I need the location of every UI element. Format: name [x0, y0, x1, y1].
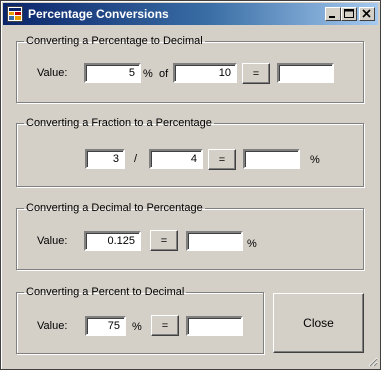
- maximize-button[interactable]: [341, 7, 357, 21]
- result-input[interactable]: [277, 63, 334, 83]
- app-window: Percentage Conversions Converting a Perc…: [0, 0, 381, 370]
- value-label: Value:: [37, 67, 68, 79]
- numerator-input[interactable]: [85, 149, 125, 169]
- percent-value-input[interactable]: [85, 316, 126, 336]
- equals-button[interactable]: =: [242, 63, 270, 84]
- decimal-value-input[interactable]: [84, 231, 141, 251]
- close-icon: [362, 9, 371, 18]
- minimize-button[interactable]: [325, 7, 341, 21]
- value-label: Value:: [37, 320, 68, 332]
- group-legend: Converting a Fraction to a Percentage: [26, 117, 212, 129]
- of-value-input[interactable]: [173, 63, 237, 83]
- percent-sign: %: [247, 238, 257, 250]
- app-icon: [7, 6, 23, 22]
- percent-value-input[interactable]: [84, 63, 141, 83]
- equals-button[interactable]: =: [150, 230, 178, 251]
- equals-button[interactable]: =: [151, 315, 179, 336]
- window-title: Percentage Conversions: [28, 7, 169, 21]
- group-legend: Converting a Percentage to Decimal: [26, 35, 203, 47]
- percent-sign: %: [143, 68, 153, 80]
- percent-sign: %: [132, 321, 142, 333]
- result-input[interactable]: [186, 316, 243, 336]
- close-window-button[interactable]: [359, 7, 375, 21]
- equals-button[interactable]: =: [208, 149, 236, 170]
- fraction-slash: /: [134, 153, 138, 165]
- maximize-icon: [344, 9, 354, 18]
- group-legend: Converting a Decimal to Percentage: [26, 202, 203, 214]
- percent-sign: %: [310, 154, 320, 166]
- close-button[interactable]: Close: [273, 293, 364, 353]
- result-input[interactable]: [243, 149, 300, 169]
- of-label: of: [159, 68, 169, 80]
- group-legend: Converting a Percent to Decimal: [26, 286, 185, 298]
- result-input[interactable]: [186, 231, 243, 251]
- title-bar[interactable]: Percentage Conversions: [3, 3, 378, 25]
- denominator-input[interactable]: [149, 149, 203, 169]
- value-label: Value:: [37, 235, 68, 247]
- resize-grip-icon[interactable]: [366, 355, 378, 367]
- minimize-icon: [329, 16, 335, 18]
